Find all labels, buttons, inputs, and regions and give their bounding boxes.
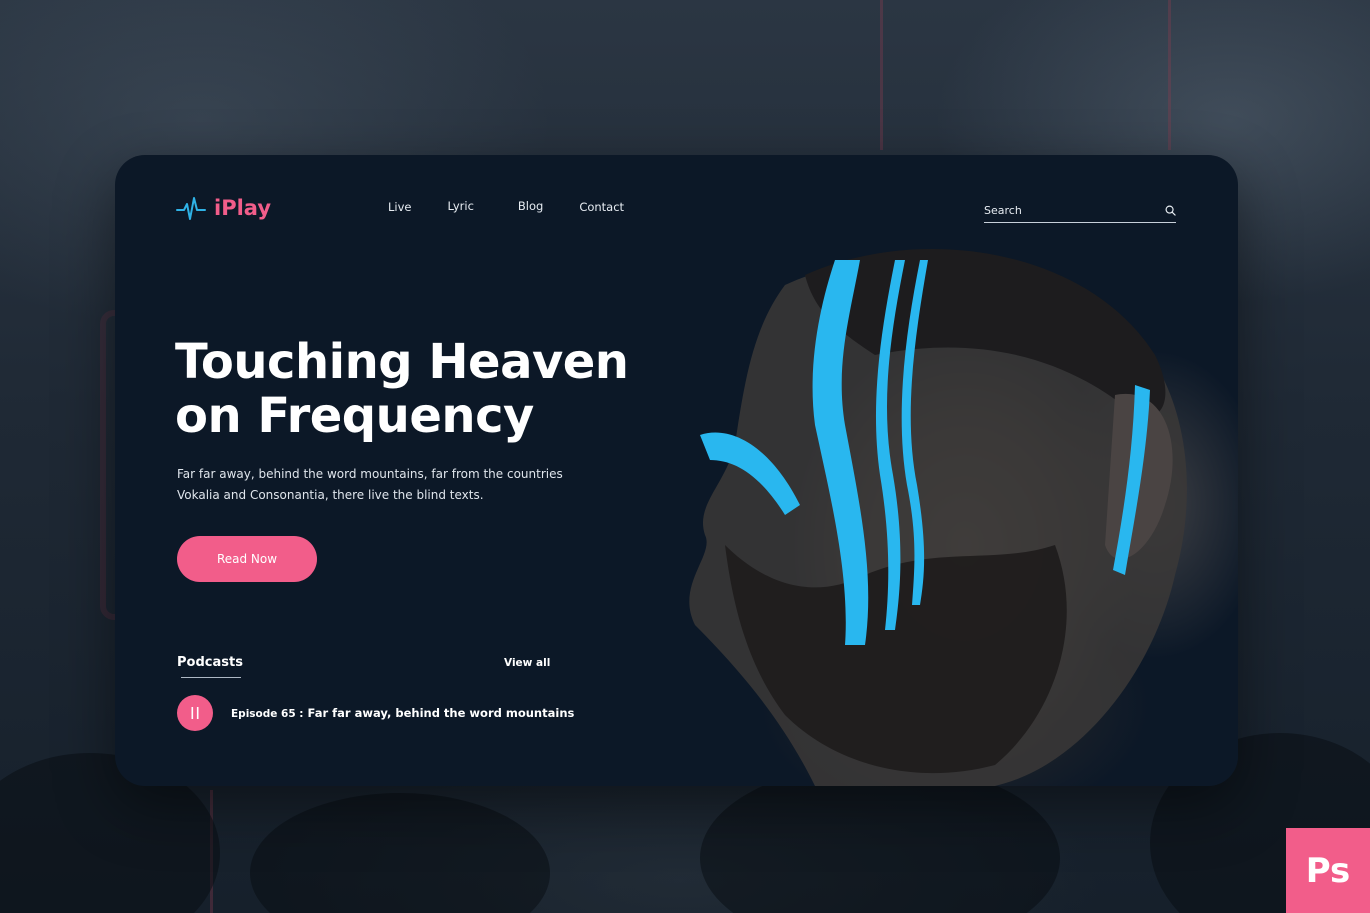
backdrop-light-beam xyxy=(880,0,883,150)
episode-title: Episode 65 : Far far away, behind the wo… xyxy=(231,706,574,720)
nav-item-blog[interactable]: Blog xyxy=(518,199,543,214)
brand-name: iPlay xyxy=(214,196,272,220)
pause-icon xyxy=(191,707,199,719)
hero-title-line: on Frequency xyxy=(175,388,534,444)
podcasts-underline xyxy=(181,677,241,678)
brand-logo[interactable]: iPlay xyxy=(176,193,271,223)
hero-description-line: Far far away, behind the word mountains,… xyxy=(177,467,563,481)
search-icon[interactable] xyxy=(1165,205,1176,216)
nav-item-lyric[interactable]: Lyric xyxy=(447,199,473,214)
pulse-wave-icon xyxy=(176,197,206,220)
hero-title-line: Touching Heaven xyxy=(175,334,629,390)
search-input[interactable] xyxy=(984,204,1144,217)
nav-item-live[interactable]: Live xyxy=(388,200,411,214)
episode-number: Episode 65 : xyxy=(231,708,304,720)
hero-portrait-image xyxy=(635,245,1238,786)
portrait-illustration xyxy=(689,249,1187,786)
pause-button[interactable] xyxy=(177,695,213,731)
nav-item-contact[interactable]: Contact xyxy=(579,200,624,214)
backdrop-light-beam xyxy=(1168,0,1171,150)
photoshop-badge: Ps xyxy=(1286,828,1370,913)
view-all-link[interactable]: View all xyxy=(504,657,550,669)
hero-description-line: Vokalia and Consonantia, there live the … xyxy=(177,488,484,502)
podcast-episode-item[interactable]: Episode 65 : Far far away, behind the wo… xyxy=(177,695,574,731)
landing-card: iPlay Live Lyric Blog Contact Touching H… xyxy=(115,155,1238,786)
read-now-button[interactable]: Read Now xyxy=(177,536,317,582)
search-bar xyxy=(984,199,1176,223)
hero-title: Touching Heaven on Frequency xyxy=(175,335,655,443)
hero-description: Far far away, behind the word mountains,… xyxy=(177,464,577,506)
episode-name: Far far away, behind the word mountains xyxy=(307,706,575,720)
podcasts-heading: Podcasts xyxy=(177,655,243,670)
main-nav: Live Lyric Blog Contact xyxy=(388,199,624,214)
backdrop-crowd-silhouette xyxy=(250,793,550,913)
